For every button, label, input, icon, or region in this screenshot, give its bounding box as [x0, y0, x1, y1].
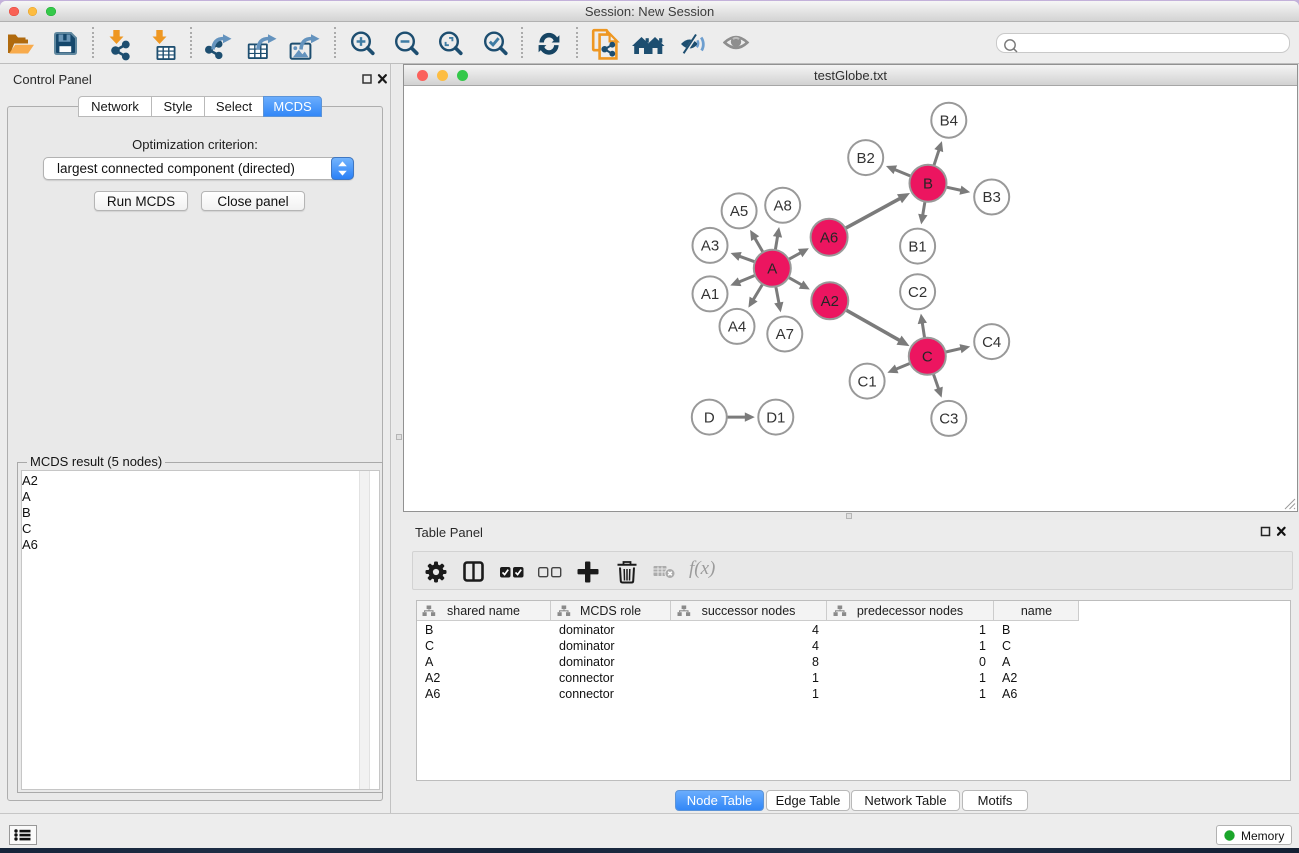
svg-text:A1: A1: [701, 286, 719, 303]
svg-text:A6: A6: [820, 229, 838, 246]
svg-text:C: C: [922, 348, 933, 365]
svg-text:A4: A4: [728, 319, 746, 336]
svg-text:C2: C2: [908, 284, 927, 301]
svg-text:C3: C3: [939, 411, 958, 428]
svg-text:A3: A3: [701, 238, 719, 255]
svg-text:C4: C4: [982, 334, 1001, 351]
svg-text:D: D: [704, 409, 715, 426]
svg-text:B3: B3: [983, 189, 1001, 206]
svg-text:A7: A7: [776, 326, 794, 343]
svg-text:B: B: [923, 175, 933, 192]
svg-text:D1: D1: [766, 409, 785, 426]
svg-text:A: A: [767, 261, 777, 278]
svg-text:A2: A2: [821, 293, 839, 310]
svg-text:C1: C1: [858, 373, 877, 390]
svg-text:B4: B4: [940, 112, 958, 129]
svg-text:A8: A8: [774, 198, 792, 215]
svg-text:B2: B2: [857, 150, 875, 167]
svg-text:A5: A5: [730, 203, 748, 220]
svg-text:B1: B1: [908, 238, 926, 255]
